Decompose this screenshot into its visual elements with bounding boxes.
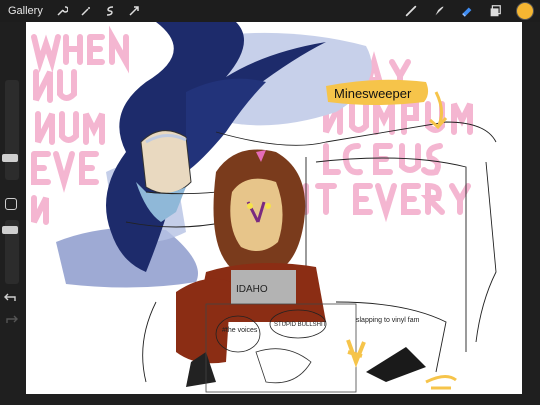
layers-icon[interactable] [488,4,502,18]
redo-icon[interactable] [4,312,20,326]
top-toolbar: Gallery [0,0,540,22]
wrench-icon[interactable] [55,4,69,18]
left-tool-group [55,4,141,18]
brush-size-thumb[interactable] [2,154,18,162]
right-margin [522,22,540,394]
minesweeper-label: Minesweeper [334,86,412,101]
brush-icon[interactable] [404,4,418,18]
bottom-margin [26,394,540,405]
transform-icon[interactable] [127,4,141,18]
smudge-icon[interactable] [432,4,446,18]
bubble-left-text: #the voices [222,327,258,334]
drawing-canvas[interactable]: IDAHO Minesweeper #the voices STUPID BUL… [26,22,522,394]
right-caption: slapping to vinyl fam [356,317,420,324]
right-tool-group [404,2,534,20]
eraser-icon[interactable] [460,4,474,18]
modify-button[interactable] [5,198,17,210]
undo-icon[interactable] [4,290,20,304]
opacity-slider[interactable] [2,220,19,284]
magic-wand-icon[interactable] [79,4,93,18]
left-sidebar [0,22,26,405]
bubble-middle-text: STUPID BULLSHIT [274,322,327,328]
color-swatch[interactable] [516,2,534,20]
shirt-text: IDAHO [236,284,268,295]
opacity-thumb[interactable] [2,226,18,234]
brush-size-slider[interactable] [2,80,19,180]
gallery-button[interactable]: Gallery [8,5,43,17]
selection-icon[interactable] [103,4,117,18]
